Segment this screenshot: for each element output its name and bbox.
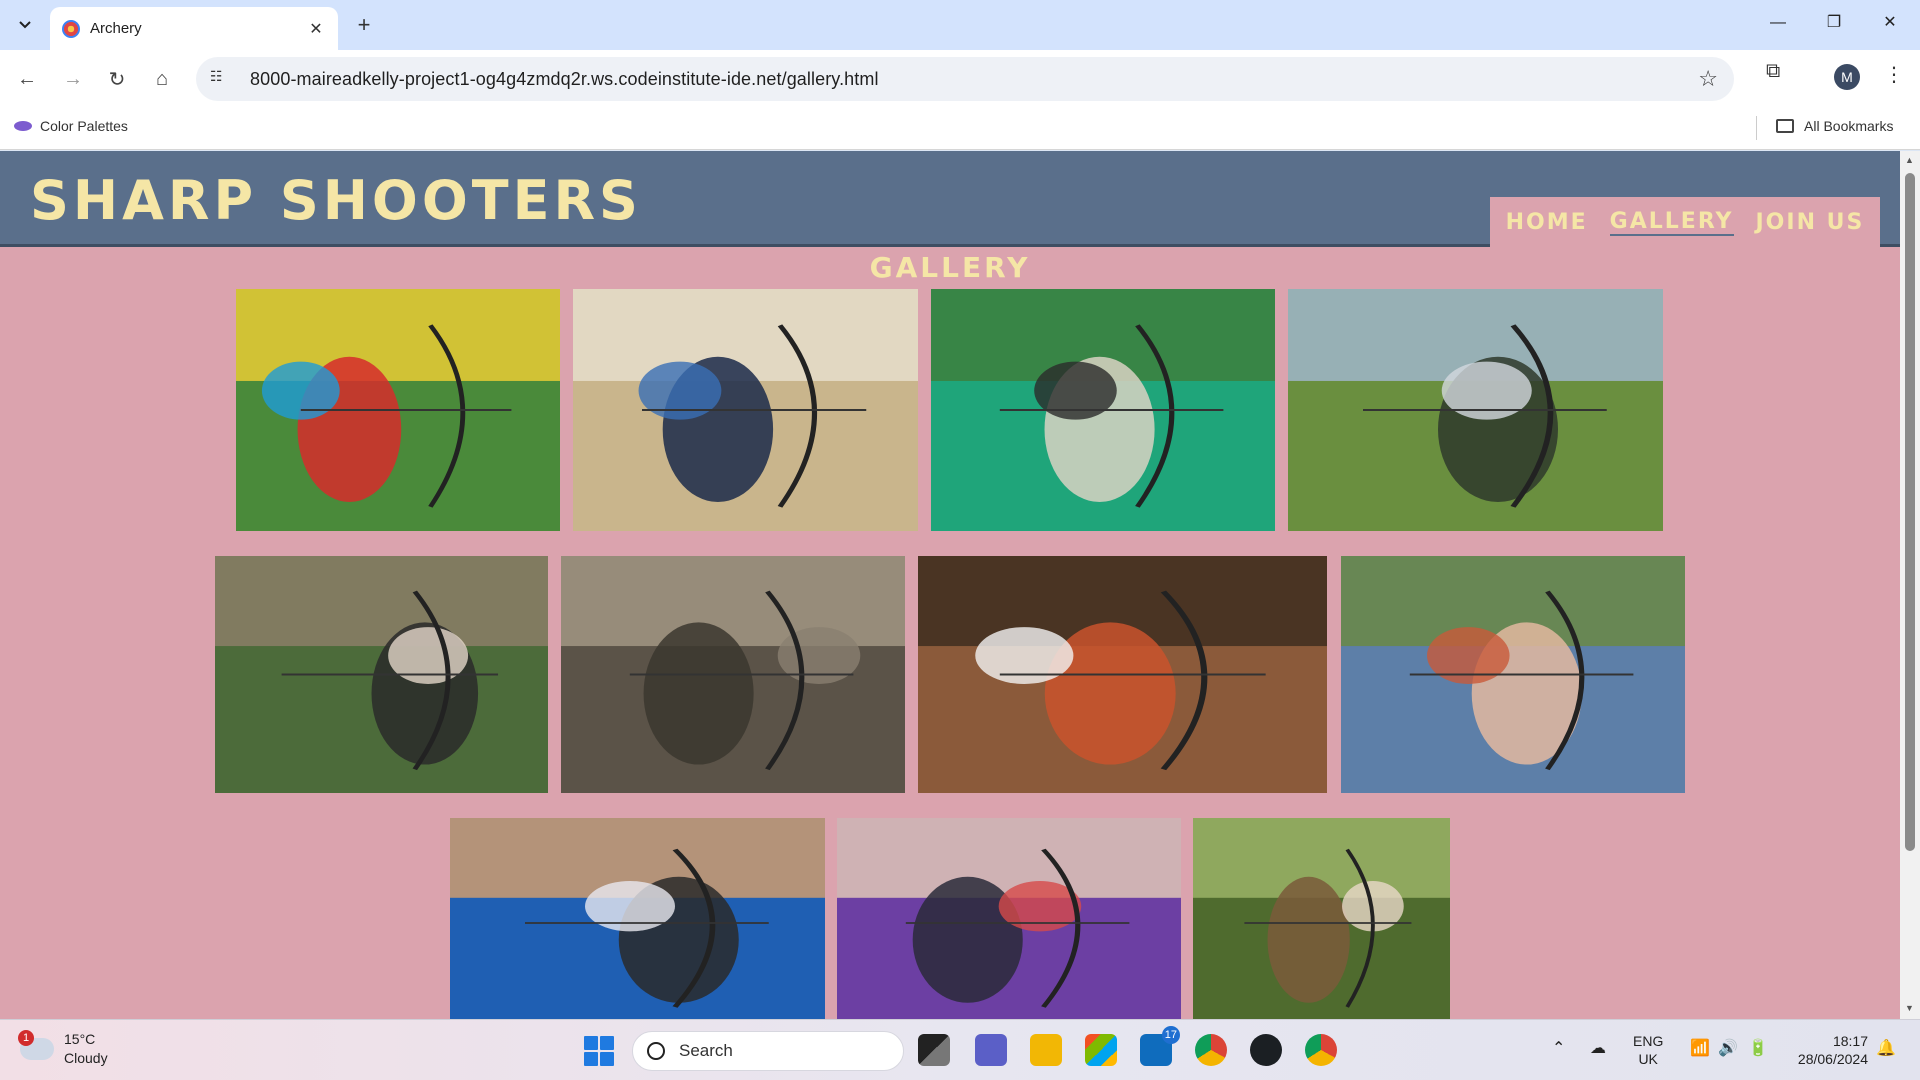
- field-archery-line-photo: [1288, 289, 1663, 531]
- task-view-icon[interactable]: [918, 1034, 950, 1066]
- camouflage-bowhunter-photo: [561, 556, 905, 793]
- language-indicator[interactable]: ENG UK: [1633, 1032, 1663, 1068]
- nav-join-us-link[interactable]: JOIN US: [1756, 210, 1865, 235]
- clock-date: 28/06/2024: [1797, 1051, 1868, 1067]
- browser-tab[interactable]: Archery ✕: [50, 7, 338, 50]
- forward-icon[interactable]: →: [56, 62, 90, 96]
- windows-start-icon[interactable]: [584, 1036, 614, 1066]
- browser-toolbar: ← → ↻ ⌂ ☷ 8000-maireadkelly-project1-og4…: [0, 50, 1920, 108]
- weather-condition: Cloudy: [64, 1050, 108, 1066]
- competition-archer-blue-photo: [450, 818, 825, 1019]
- volume-icon[interactable]: 🔊: [1718, 1038, 1738, 1058]
- notifications-icon[interactable]: 🔔: [1876, 1038, 1896, 1058]
- women-outdoor-archery-photo: [1341, 556, 1685, 793]
- windows-taskbar: 1 15°C Cloudy Search 17 ⌃ ☁ ENG UK 📶 🔊 🔋…: [0, 1019, 1920, 1080]
- lang-code: ENG: [1633, 1033, 1664, 1049]
- folder-icon: [1776, 119, 1794, 133]
- new-tab-icon[interactable]: +: [350, 12, 378, 40]
- chrome-profile-icon[interactable]: [1305, 1034, 1337, 1066]
- browser-menu-icon[interactable]: ⋮: [1884, 62, 1904, 87]
- address-bar[interactable]: ☷ 8000-maireadkelly-project1-og4g4zmdq2r…: [196, 57, 1734, 101]
- archery-favicon-icon: [62, 19, 80, 38]
- tab-strip: Archery ✕ + — ❐ ✕: [0, 0, 1920, 50]
- all-bookmarks-label: All Bookmarks: [1804, 118, 1894, 134]
- page-title: GALLERY: [869, 251, 1031, 284]
- url-text[interactable]: 8000-maireadkelly-project1-og4g4zmdq2r.w…: [250, 69, 879, 90]
- site-logo[interactable]: SHARP SHOOTERS: [30, 169, 642, 232]
- nav-home-link[interactable]: HOME: [1506, 210, 1588, 235]
- page-scrollbar[interactable]: ▲ ▼: [1900, 151, 1920, 1019]
- kids-indoor-archery-photo: [573, 289, 918, 531]
- profile-avatar[interactable]: M: [1834, 64, 1860, 90]
- scroll-down-icon[interactable]: ▼: [1905, 1003, 1914, 1013]
- clock-time: 18:17: [1832, 1033, 1868, 1049]
- indoor-range-green-floor-photo: [931, 289, 1275, 531]
- minimize-icon[interactable]: —: [1758, 8, 1798, 38]
- search-icon: [647, 1042, 665, 1060]
- scroll-up-icon[interactable]: ▲: [1905, 155, 1914, 165]
- close-window-icon[interactable]: ✕: [1870, 8, 1910, 38]
- scroll-thumb[interactable]: [1905, 173, 1915, 851]
- coach-and-girl-archery-photo: [215, 556, 548, 793]
- file-explorer-icon[interactable]: [1030, 1034, 1062, 1066]
- red-haired-archer-photo: [918, 556, 1327, 793]
- teams-icon[interactable]: [975, 1034, 1007, 1066]
- back-icon[interactable]: ←: [10, 62, 44, 96]
- close-tab-icon[interactable]: ✕: [306, 19, 326, 39]
- site-header: SHARP SHOOTERS HOME GALLERY JOIN US: [0, 151, 1900, 247]
- github-icon[interactable]: [1250, 1034, 1282, 1066]
- site-info-icon[interactable]: ☷: [210, 68, 232, 90]
- tab-search-dropdown-icon[interactable]: [10, 10, 40, 40]
- mail-icon[interactable]: 17: [1140, 1026, 1180, 1066]
- extensions-icon[interactable]: ⧉: [1766, 60, 1780, 83]
- temperature: 15°C: [64, 1031, 96, 1047]
- bookmarks-bar: Color Palettes All Bookmarks: [0, 108, 1920, 150]
- compound-archer-crowd-photo: [837, 818, 1181, 1019]
- palette-icon: [14, 121, 32, 131]
- store-icon[interactable]: [1085, 1034, 1117, 1066]
- weather-badge: 1: [18, 1030, 34, 1046]
- reload-icon[interactable]: ↻: [100, 62, 134, 96]
- weather-widget[interactable]: 1 15°C Cloudy: [18, 1030, 108, 1068]
- search-label: Search: [679, 1041, 733, 1060]
- cloud-icon: 1: [18, 1030, 54, 1060]
- mail-badge: 17: [1161, 1026, 1180, 1044]
- home-icon[interactable]: ⌂: [145, 62, 179, 96]
- battery-icon[interactable]: 🔋: [1748, 1038, 1768, 1058]
- nav-gallery-link[interactable]: GALLERY: [1609, 209, 1734, 236]
- targets-with-arrows-photo: [236, 289, 560, 531]
- wifi-icon[interactable]: 📶: [1690, 1038, 1710, 1058]
- bookmark-color-palettes[interactable]: Color Palettes: [14, 118, 128, 134]
- woman-longbow-forest-photo: [1193, 818, 1450, 1019]
- tab-title: Archery: [90, 20, 142, 37]
- bookmarks-divider: [1756, 116, 1757, 140]
- taskbar-search[interactable]: Search: [632, 1031, 904, 1071]
- restore-icon[interactable]: ❐: [1814, 8, 1854, 38]
- system-clock[interactable]: 18:17 28/06/2024: [1788, 1032, 1868, 1068]
- all-bookmarks-button[interactable]: All Bookmarks: [1776, 118, 1893, 134]
- bookmark-label: Color Palettes: [40, 118, 128, 134]
- onedrive-icon[interactable]: ☁: [1590, 1038, 1606, 1058]
- bookmark-star-icon[interactable]: ☆: [1698, 66, 1718, 92]
- page-viewport: SHARP SHOOTERS HOME GALLERY JOIN US GALL…: [0, 151, 1900, 1019]
- region-code: UK: [1638, 1051, 1658, 1067]
- main-nav: HOME GALLERY JOIN US: [1490, 197, 1880, 247]
- show-hidden-icons-icon[interactable]: ⌃: [1552, 1038, 1565, 1058]
- chrome-icon[interactable]: [1195, 1034, 1227, 1066]
